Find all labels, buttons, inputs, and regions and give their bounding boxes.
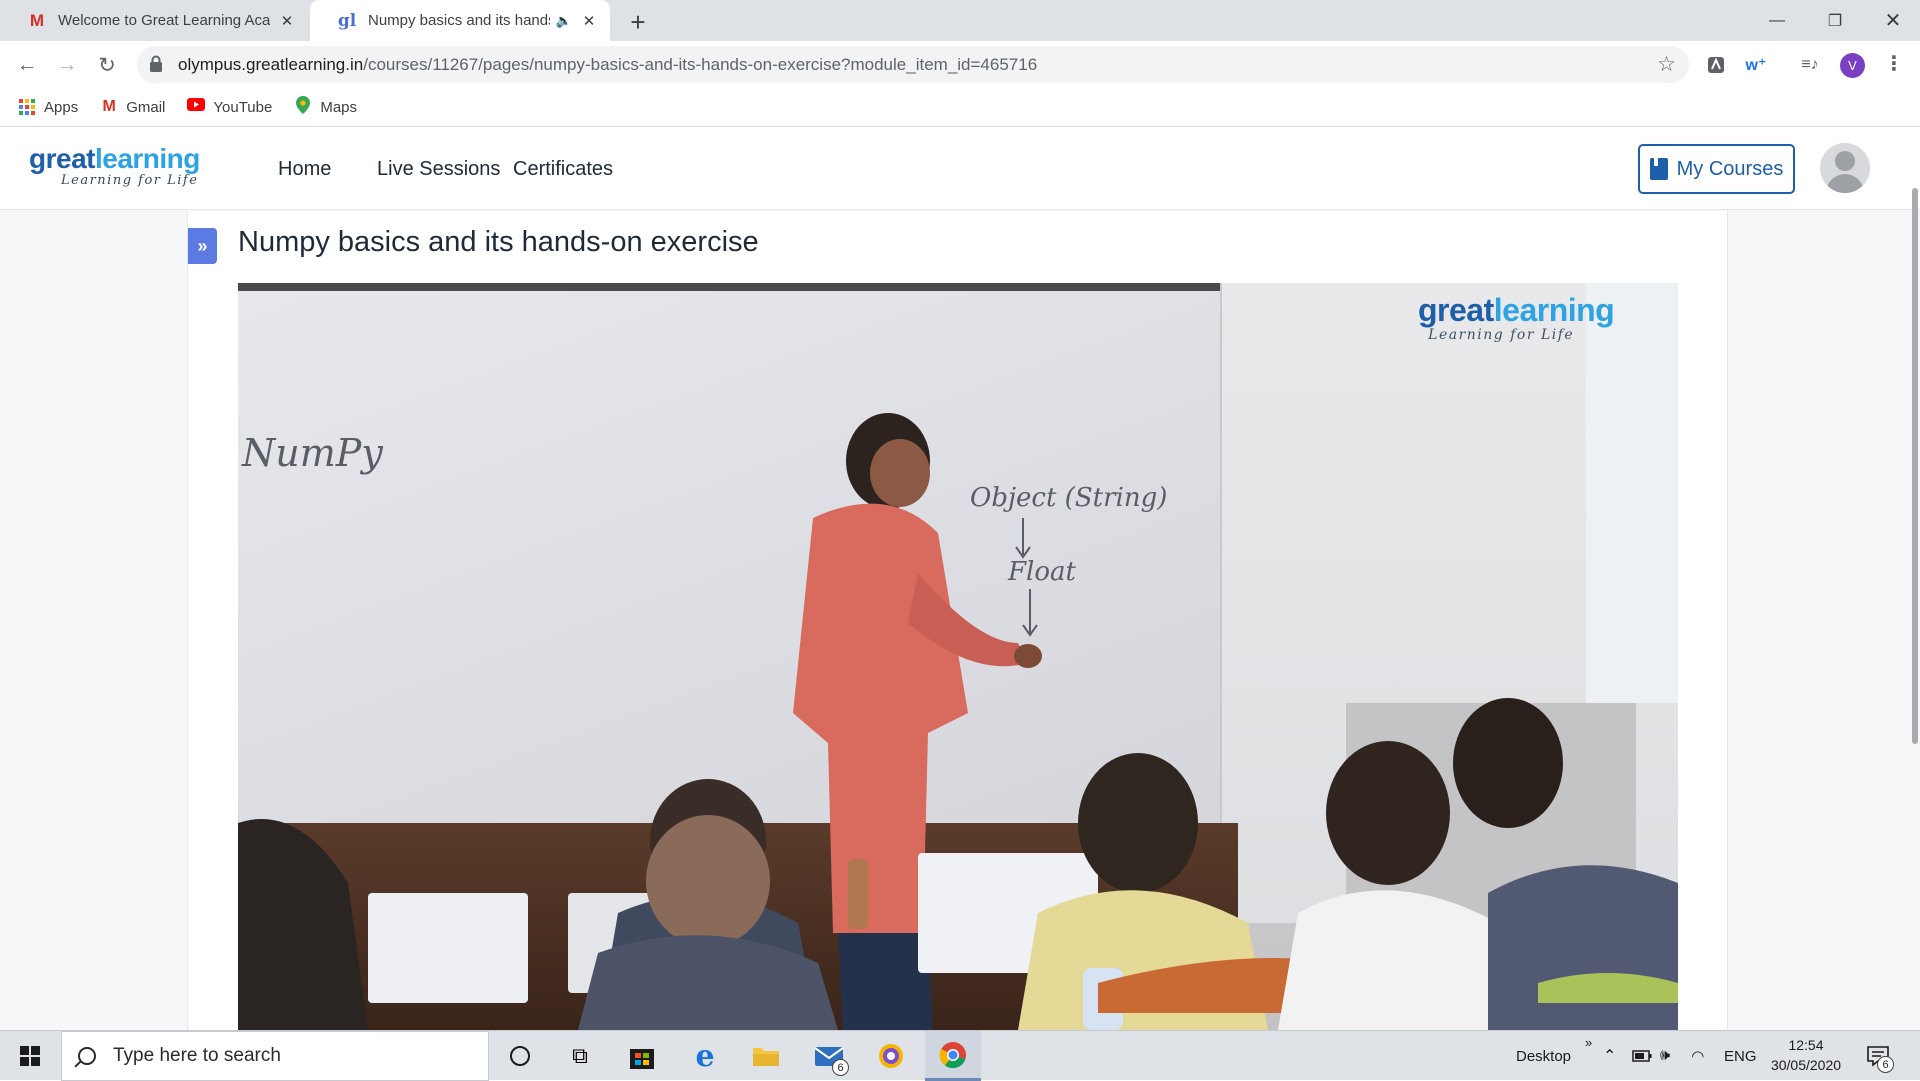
apps-grid-icon bbox=[19, 99, 35, 115]
nav-live-sessions[interactable]: Live Sessions bbox=[377, 158, 500, 181]
logo-tagline: Learning for Life bbox=[61, 173, 199, 188]
projector-screen bbox=[1586, 283, 1678, 703]
profile-avatar[interactable]: V bbox=[1840, 53, 1865, 78]
bookmark-label: Maps bbox=[320, 98, 358, 116]
chrome-menu-icon[interactable]: ⋮ bbox=[1884, 51, 1904, 76]
bookmarks-bar: Apps M Gmail YouTube Maps bbox=[0, 88, 1920, 127]
minimize-button[interactable]: — bbox=[1748, 0, 1806, 41]
watermark-word-great: great bbox=[1418, 292, 1494, 328]
file-explorer-icon[interactable] bbox=[738, 1031, 794, 1081]
bookmark-youtube[interactable]: YouTube bbox=[187, 98, 272, 116]
gmail-icon: M bbox=[29, 10, 45, 30]
action-center-icon[interactable]: 6 bbox=[1866, 1031, 1894, 1081]
page-title: Numpy basics and its hands-on exercise bbox=[238, 226, 759, 258]
forward-button[interactable]: → bbox=[52, 50, 82, 80]
audio-playing-icon[interactable]: 🔈 bbox=[556, 13, 572, 29]
tab-gmail[interactable]: M Welcome to Great Learning Acad ✕ bbox=[0, 0, 308, 41]
my-courses-button[interactable]: My Courses bbox=[1638, 144, 1795, 194]
logo-word-great: great bbox=[29, 143, 95, 174]
greatlearning-icon: gl bbox=[337, 10, 357, 31]
mail-badge: 6 bbox=[832, 1059, 849, 1076]
task-view-icon[interactable]: ⧉ bbox=[552, 1031, 608, 1081]
toolbar-expand-icon[interactable]: » bbox=[1585, 1017, 1592, 1067]
logo-word-learning: learning bbox=[94, 143, 200, 174]
maps-pin-icon bbox=[294, 95, 312, 119]
battery-icon[interactable] bbox=[1632, 1031, 1652, 1081]
board-text-numpy: NumPy bbox=[242, 431, 383, 475]
brave-browser-icon[interactable] bbox=[863, 1031, 919, 1081]
microsoft-store-icon[interactable] bbox=[614, 1031, 670, 1081]
language-indicator[interactable]: ENG bbox=[1724, 1031, 1757, 1081]
tab-title: Numpy basics and its hands- bbox=[368, 12, 550, 29]
windows-logo-icon bbox=[20, 1046, 40, 1066]
windows-taskbar: Type here to search ⧉ e 6 Desktop » ⌃ 🕪 … bbox=[0, 1030, 1920, 1081]
close-tab-icon[interactable]: ✕ bbox=[580, 12, 598, 30]
taskbar-search-box[interactable]: Type here to search bbox=[61, 1031, 489, 1081]
desktop-toolbar-label[interactable]: Desktop bbox=[1516, 1031, 1571, 1081]
watermark-tagline: Learning for Life bbox=[1428, 327, 1575, 343]
bookmark-star-icon[interactable]: ☆ bbox=[1657, 52, 1676, 77]
browser-tab-strip: M Welcome to Great Learning Acad ✕ gl Nu… bbox=[0, 0, 1920, 41]
my-courses-label: My Courses bbox=[1676, 157, 1784, 180]
bookmark-apps[interactable]: Apps bbox=[19, 99, 78, 116]
bookmark-label: Apps bbox=[44, 98, 79, 116]
book-icon bbox=[1649, 158, 1668, 180]
web-page: greatlearning Learning for Life Home Liv… bbox=[0, 128, 1920, 1030]
gmail-icon: M bbox=[102, 98, 116, 115]
video-watermark-logo: greatlearning Learning for Life bbox=[1418, 292, 1615, 343]
new-tab-button[interactable]: + bbox=[624, 7, 652, 38]
content-panel: » Numpy basics and its hands-on exercise… bbox=[187, 211, 1728, 1030]
extension-icon[interactable] bbox=[1703, 52, 1729, 78]
youtube-icon bbox=[187, 98, 206, 116]
watermark-word-learning: learning bbox=[1493, 292, 1615, 328]
lecture-video-player[interactable]: greatlearning Learning for Life NumPy Ob… bbox=[238, 283, 1678, 1030]
nav-certificates[interactable]: Certificates bbox=[513, 158, 613, 181]
url-text: olympus.greatlearning.in/courses/11267/p… bbox=[178, 55, 1037, 75]
media-controls-icon[interactable]: ≡♪ bbox=[1797, 52, 1823, 78]
start-button[interactable] bbox=[0, 1031, 60, 1081]
expand-sidebar-button[interactable]: » bbox=[188, 228, 217, 264]
greatlearning-logo[interactable]: greatlearning Learning for Life bbox=[29, 144, 200, 188]
restore-button[interactable]: ❐ bbox=[1806, 0, 1864, 41]
notification-badge: 6 bbox=[1877, 1056, 1894, 1073]
search-placeholder: Type here to search bbox=[113, 1045, 281, 1066]
bookmark-gmail[interactable]: M Gmail bbox=[100, 98, 166, 116]
chrome-taskbar-icon[interactable] bbox=[925, 1031, 981, 1081]
browser-toolbar: ← → ↻ olympus.greatlearning.in/courses/1… bbox=[0, 41, 1920, 88]
close-window-button[interactable]: ✕ bbox=[1864, 0, 1920, 41]
wordtune-extension-icon[interactable]: w⁺ bbox=[1743, 52, 1769, 78]
back-button[interactable]: ← bbox=[12, 50, 42, 80]
search-icon bbox=[78, 1047, 96, 1065]
user-avatar[interactable] bbox=[1820, 143, 1870, 193]
close-tab-icon[interactable]: ✕ bbox=[278, 12, 296, 30]
bookmark-label: Gmail bbox=[126, 98, 166, 116]
page-scrollbar[interactable] bbox=[1912, 188, 1918, 744]
address-bar[interactable]: olympus.greatlearning.in/courses/11267/p… bbox=[137, 46, 1689, 83]
bookmark-maps[interactable]: Maps bbox=[294, 95, 358, 119]
show-hidden-icons-icon[interactable]: ⌃ bbox=[1603, 1031, 1616, 1081]
lock-icon bbox=[150, 55, 162, 72]
clock-date: 30/05/2020 bbox=[1770, 1057, 1842, 1073]
edge-browser-icon[interactable]: e bbox=[677, 1031, 733, 1081]
site-header: greatlearning Learning for Life Home Liv… bbox=[0, 128, 1920, 210]
tab-numpy-basics[interactable]: gl Numpy basics and its hands- 🔈 ✕ bbox=[310, 0, 610, 41]
mail-icon[interactable]: 6 bbox=[801, 1031, 857, 1081]
clock-time: 12:54 bbox=[1788, 1037, 1824, 1053]
url-host: olympus.greatlearning.in bbox=[178, 55, 364, 74]
students-foreground bbox=[238, 698, 1678, 1030]
url-path: /courses/11267/pages/numpy-basics-and-it… bbox=[363, 55, 1038, 74]
nav-home[interactable]: Home bbox=[278, 158, 331, 181]
wifi-icon[interactable]: ◜◝ bbox=[1692, 1031, 1704, 1081]
cortana-icon[interactable] bbox=[492, 1031, 548, 1081]
reload-button[interactable]: ↻ bbox=[92, 50, 122, 80]
bookmark-label: YouTube bbox=[213, 98, 273, 116]
volume-icon[interactable]: 🕪 bbox=[1660, 1031, 1670, 1081]
taskbar-clock[interactable]: 12:54 30/05/2020 bbox=[1762, 1035, 1850, 1075]
tab-title: Welcome to Great Learning Acad bbox=[58, 12, 270, 29]
